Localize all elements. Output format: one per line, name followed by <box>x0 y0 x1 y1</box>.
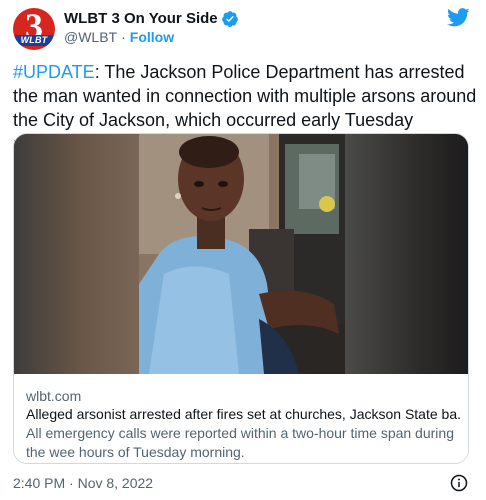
embedded-tweet: 3 WLBT WLBT 3 On Your Side @WLBT · Follow … <box>0 0 486 500</box>
author-name-row: WLBT 3 On Your Side <box>64 9 239 29</box>
avatar[interactable]: 3 WLBT <box>13 8 55 50</box>
image-blur-left <box>14 134 139 374</box>
author-handle-row: @WLBT · Follow <box>64 28 174 46</box>
info-icon[interactable] <box>450 474 468 492</box>
card-body[interactable]: wlbt.com Alleged arsonist arrested after… <box>14 374 468 463</box>
verified-badge-icon <box>221 11 238 27</box>
follow-button[interactable]: Follow <box>130 29 174 45</box>
card-image[interactable] <box>14 134 468 374</box>
arrest-photo <box>139 134 345 374</box>
card-domain: wlbt.com <box>26 388 82 404</box>
link-preview-card[interactable]: wlbt.com Alleged arsonist arrested after… <box>13 133 469 464</box>
card-description: All emergency calls were reported within… <box>26 425 454 460</box>
display-name[interactable]: WLBT 3 On Your Side <box>64 9 218 29</box>
twitter-bird-icon[interactable] <box>447 8 470 27</box>
separator-dot: · <box>121 29 126 45</box>
image-blur-right <box>345 134 468 374</box>
tweet-timestamp[interactable]: 2:40 PM · Nov 8, 2022 <box>13 474 153 492</box>
card-title[interactable]: Alleged arsonist arrested after fires se… <box>26 405 462 424</box>
avatar-logo-text: WLBT <box>15 35 53 46</box>
author-handle[interactable]: @WLBT <box>64 29 117 45</box>
hashtag-link[interactable]: #UPDATE <box>13 62 95 82</box>
